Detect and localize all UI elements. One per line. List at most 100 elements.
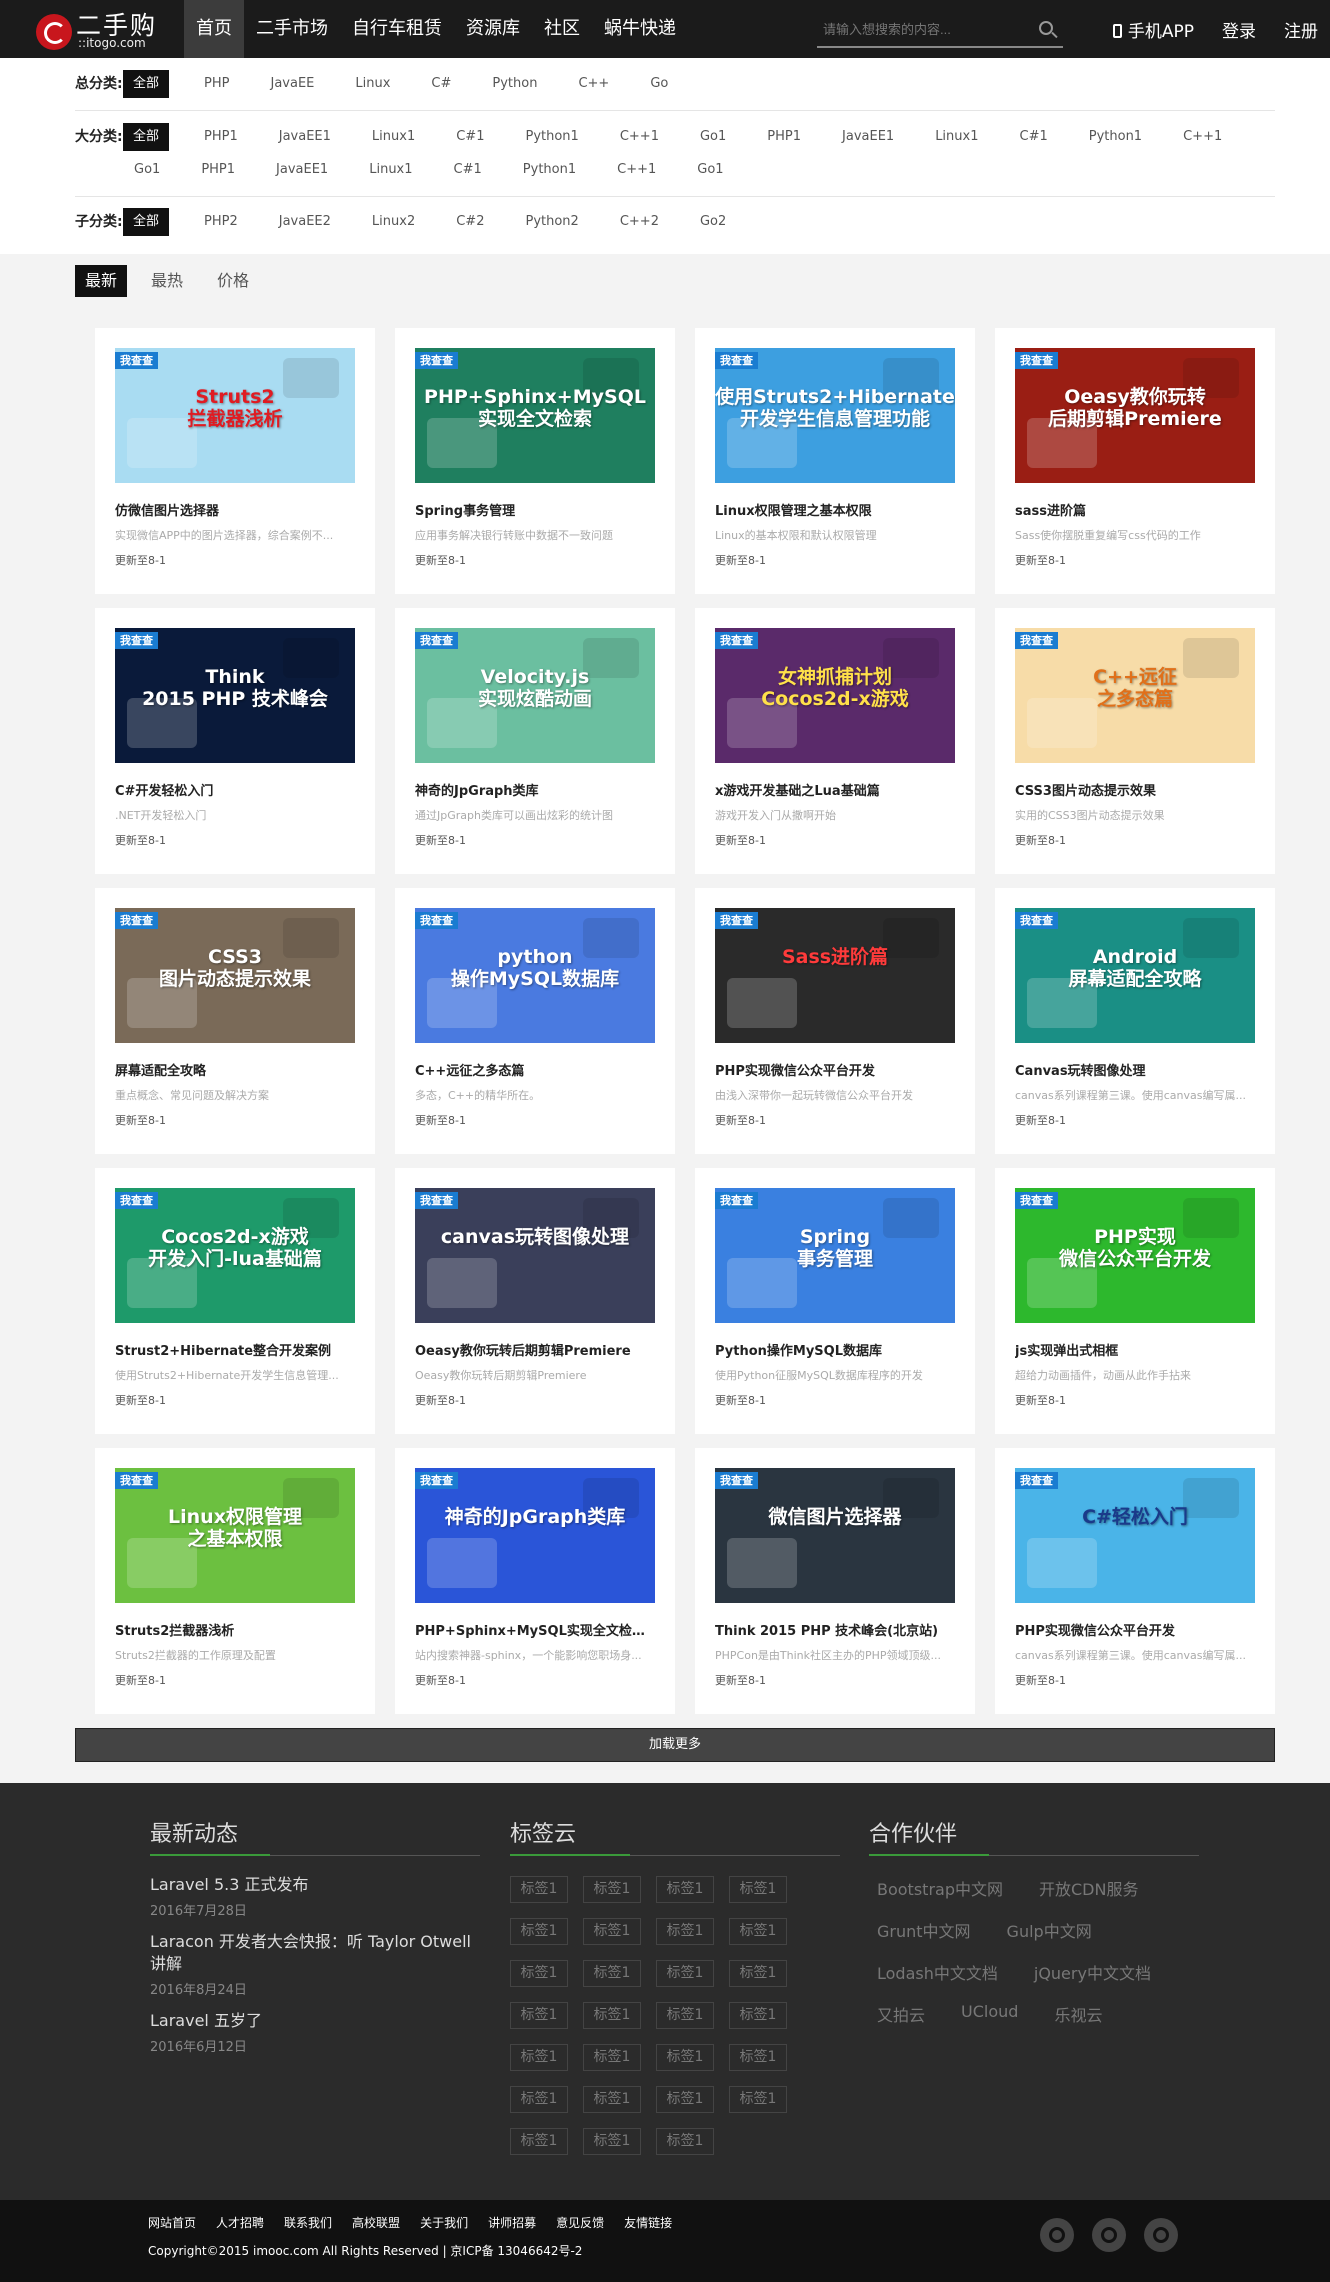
nav-item[interactable]: 社区 [532, 0, 592, 58]
filter-tag[interactable]: Python1 [514, 123, 589, 151]
filter-tag[interactable]: C++1 [609, 123, 670, 151]
course-card[interactable]: CSS3 图片动态提示效果 我查查 屏幕适配全攻略 重点概念、常见问题及解决方案 更新至… [95, 888, 375, 1154]
tag-cloud-item[interactable]: 标签1 [656, 2086, 714, 2113]
tag-cloud-item[interactable]: 标签1 [510, 2128, 568, 2155]
course-card[interactable]: PHP+Sphinx+MySQL 实现全文检索 我查查 Spring事务管理 应用事务… [395, 328, 675, 594]
filter-tag[interactable]: 全部 [123, 70, 170, 98]
filter-tag[interactable]: Linux1 [924, 123, 989, 151]
news-title-link[interactable]: Laravel 5.3 正式发布 [150, 1874, 480, 1896]
course-card[interactable]: Oeasy教你玩转 后期剪辑Premiere 我查查 sass进阶篇 Sass使你摆脱… [995, 328, 1275, 594]
course-title[interactable]: PHP+Sphinx+MySQL实现全文检索... [415, 1620, 655, 1639]
filter-tag[interactable]: PHP [193, 70, 240, 98]
filter-tag[interactable]: 全部 [123, 208, 170, 236]
filter-tag[interactable]: Go1 [123, 156, 171, 184]
tag-cloud-item[interactable]: 标签1 [656, 1918, 714, 1945]
filter-tag[interactable]: PHP1 [756, 123, 812, 151]
filter-tag[interactable]: JavaEE1 [265, 156, 339, 184]
filter-tag[interactable]: C++1 [606, 156, 667, 184]
filter-tag[interactable]: Python1 [512, 156, 587, 184]
partner-link[interactable]: 又拍云 [877, 2002, 925, 2026]
course-card[interactable]: canvas玩转图像处理 我查查 Oeasy教你玩转后期剪辑Premiere Oeas… [395, 1168, 675, 1434]
search-icon[interactable] [1039, 21, 1053, 35]
course-title[interactable]: Canvas玩转图像处理 [1015, 1060, 1255, 1079]
tag-cloud-item[interactable]: 标签1 [583, 1960, 641, 1987]
mobile-app-link[interactable]: 手机APP [1112, 17, 1194, 42]
tag-cloud-item[interactable]: 标签1 [656, 2044, 714, 2071]
filter-tag[interactable]: C#2 [445, 208, 495, 236]
tag-cloud-item[interactable]: 标签1 [656, 1960, 714, 1987]
course-card[interactable]: Sass进阶篇 我查查 PHP实现微信公众平台开发 由浅入深带你一起玩转微信公众平台开… [695, 888, 975, 1154]
partner-link[interactable]: Lodash中文文档 [877, 1960, 998, 1984]
news-title-link[interactable]: Laravel 五岁了 [150, 2010, 480, 2032]
partner-link[interactable]: 开放CDN服务 [1039, 1876, 1138, 1900]
course-card[interactable]: 使用Struts2+Hibernate 开发学生信息管理功能 我查查 Linux权限… [695, 328, 975, 594]
course-title[interactable]: Python操作MySQL数据库 [715, 1340, 955, 1359]
tag-cloud-item[interactable]: 标签1 [729, 1918, 787, 1945]
course-card[interactable]: PHP实现 微信公众平台开发 我查查 js实现弹出式相框 超给力动画插件，动画从此作手… [995, 1168, 1275, 1434]
partner-link[interactable]: UCloud [961, 2002, 1018, 2026]
tag-cloud-item[interactable]: 标签1 [583, 2086, 641, 2113]
tag-cloud-item[interactable]: 标签1 [583, 2044, 641, 2071]
filter-tag[interactable]: Go1 [689, 123, 737, 151]
wechat-icon[interactable] [1040, 2218, 1074, 2252]
course-title[interactable]: sass进阶篇 [1015, 500, 1255, 519]
bottom-link[interactable]: 联系我们 [284, 2214, 332, 2231]
course-card[interactable]: 微信图片选择器 我查查 Think 2015 PHP 技术峰会(北京站) PHPCon… [695, 1448, 975, 1714]
register-link[interactable]: 注册 [1284, 17, 1318, 42]
course-title[interactable]: C++远征之多态篇 [415, 1060, 655, 1079]
tag-cloud-item[interactable]: 标签1 [510, 2086, 568, 2113]
partner-link[interactable]: Bootstrap中文网 [877, 1876, 1003, 1900]
course-title[interactable]: Linux权限管理之基本权限 [715, 500, 955, 519]
tag-cloud-item[interactable]: 标签1 [583, 1876, 641, 1903]
bottom-link[interactable]: 关于我们 [420, 2214, 468, 2231]
nav-item[interactable]: 二手市场 [244, 0, 340, 58]
course-card[interactable]: Linux权限管理 之基本权限 我查查 Struts2拦截器浅析 Struts2拦截器… [95, 1448, 375, 1714]
course-card[interactable]: python 操作MySQL数据库 我查查 C++远征之多态篇 多态，C++的精华所在… [395, 888, 675, 1154]
partner-link[interactable]: Gulp中文网 [1007, 1918, 1092, 1942]
tag-cloud-item[interactable]: 标签1 [510, 1960, 568, 1987]
filter-tag[interactable]: C#1 [445, 123, 495, 151]
filter-tag[interactable]: JavaEE2 [268, 208, 342, 236]
partner-link[interactable]: Grunt中文网 [877, 1918, 971, 1942]
filter-tag[interactable]: Go2 [689, 208, 737, 236]
filter-tag[interactable]: Linux1 [361, 123, 426, 151]
filter-tag[interactable]: 全部 [123, 123, 170, 151]
course-card[interactable]: Think 2015 PHP 技术峰会 我查查 C#开发轻松入门 .NET开发轻松入门… [95, 608, 375, 874]
tag-cloud-item[interactable]: 标签1 [729, 1876, 787, 1903]
course-card[interactable]: Struts2 拦截器浅析 我查查 仿微信图片选择器 实现微信APP中的图片选择器，综… [95, 328, 375, 594]
course-card[interactable]: C++远征 之多态篇 我查查 CSS3图片动态提示效果 实用的CSS3图片动态提示效果… [995, 608, 1275, 874]
sort-tab[interactable]: 价格 [207, 265, 259, 297]
course-title[interactable]: js实现弹出式相框 [1015, 1340, 1255, 1359]
sort-tab[interactable]: 最热 [141, 265, 193, 297]
tag-cloud-item[interactable]: 标签1 [729, 1960, 787, 1987]
tag-cloud-item[interactable]: 标签1 [583, 1918, 641, 1945]
filter-tag[interactable]: Python2 [514, 208, 589, 236]
tag-cloud-item[interactable]: 标签1 [656, 2128, 714, 2155]
course-title[interactable]: 仿微信图片选择器 [115, 500, 355, 519]
filter-tag[interactable]: C++2 [609, 208, 670, 236]
filter-tag[interactable]: JavaEE [259, 70, 325, 98]
course-title[interactable]: 神奇的JpGraph类库 [415, 780, 655, 799]
nav-item[interactable]: 蜗牛快递 [592, 0, 688, 58]
filter-tag[interactable]: Python [481, 70, 548, 98]
filter-tag[interactable]: JavaEE1 [831, 123, 905, 151]
tag-cloud-item[interactable]: 标签1 [656, 1876, 714, 1903]
sort-tab[interactable]: 最新 [75, 265, 128, 297]
course-title[interactable]: Struts2拦截器浅析 [115, 1620, 355, 1639]
filter-tag[interactable]: PHP1 [190, 156, 246, 184]
course-title[interactable]: x游戏开发基础之Lua基础篇 [715, 780, 955, 799]
tag-cloud-item[interactable]: 标签1 [510, 2002, 568, 2029]
course-card[interactable]: 神奇的JpGraph类库 我查查 PHP+Sphinx+MySQL实现全文检索...… [395, 1448, 675, 1714]
partner-link[interactable]: jQuery中文文档 [1034, 1960, 1151, 1984]
load-more-button[interactable]: 加载更多 [75, 1728, 1275, 1762]
course-title[interactable]: Spring事务管理 [415, 500, 655, 519]
course-title[interactable]: Oeasy教你玩转后期剪辑Premiere [415, 1340, 655, 1359]
bottom-link[interactable]: 人才招聘 [216, 2214, 264, 2231]
filter-tag[interactable]: PHP2 [193, 208, 249, 236]
bottom-link[interactable]: 高校联盟 [352, 2214, 400, 2231]
filter-tag[interactable]: Go1 [686, 156, 734, 184]
weibo-icon[interactable] [1092, 2218, 1126, 2252]
filter-tag[interactable]: C# [420, 70, 462, 98]
filter-tag[interactable]: Linux1 [358, 156, 423, 184]
nav-item[interactable]: 自行车租赁 [340, 0, 454, 58]
